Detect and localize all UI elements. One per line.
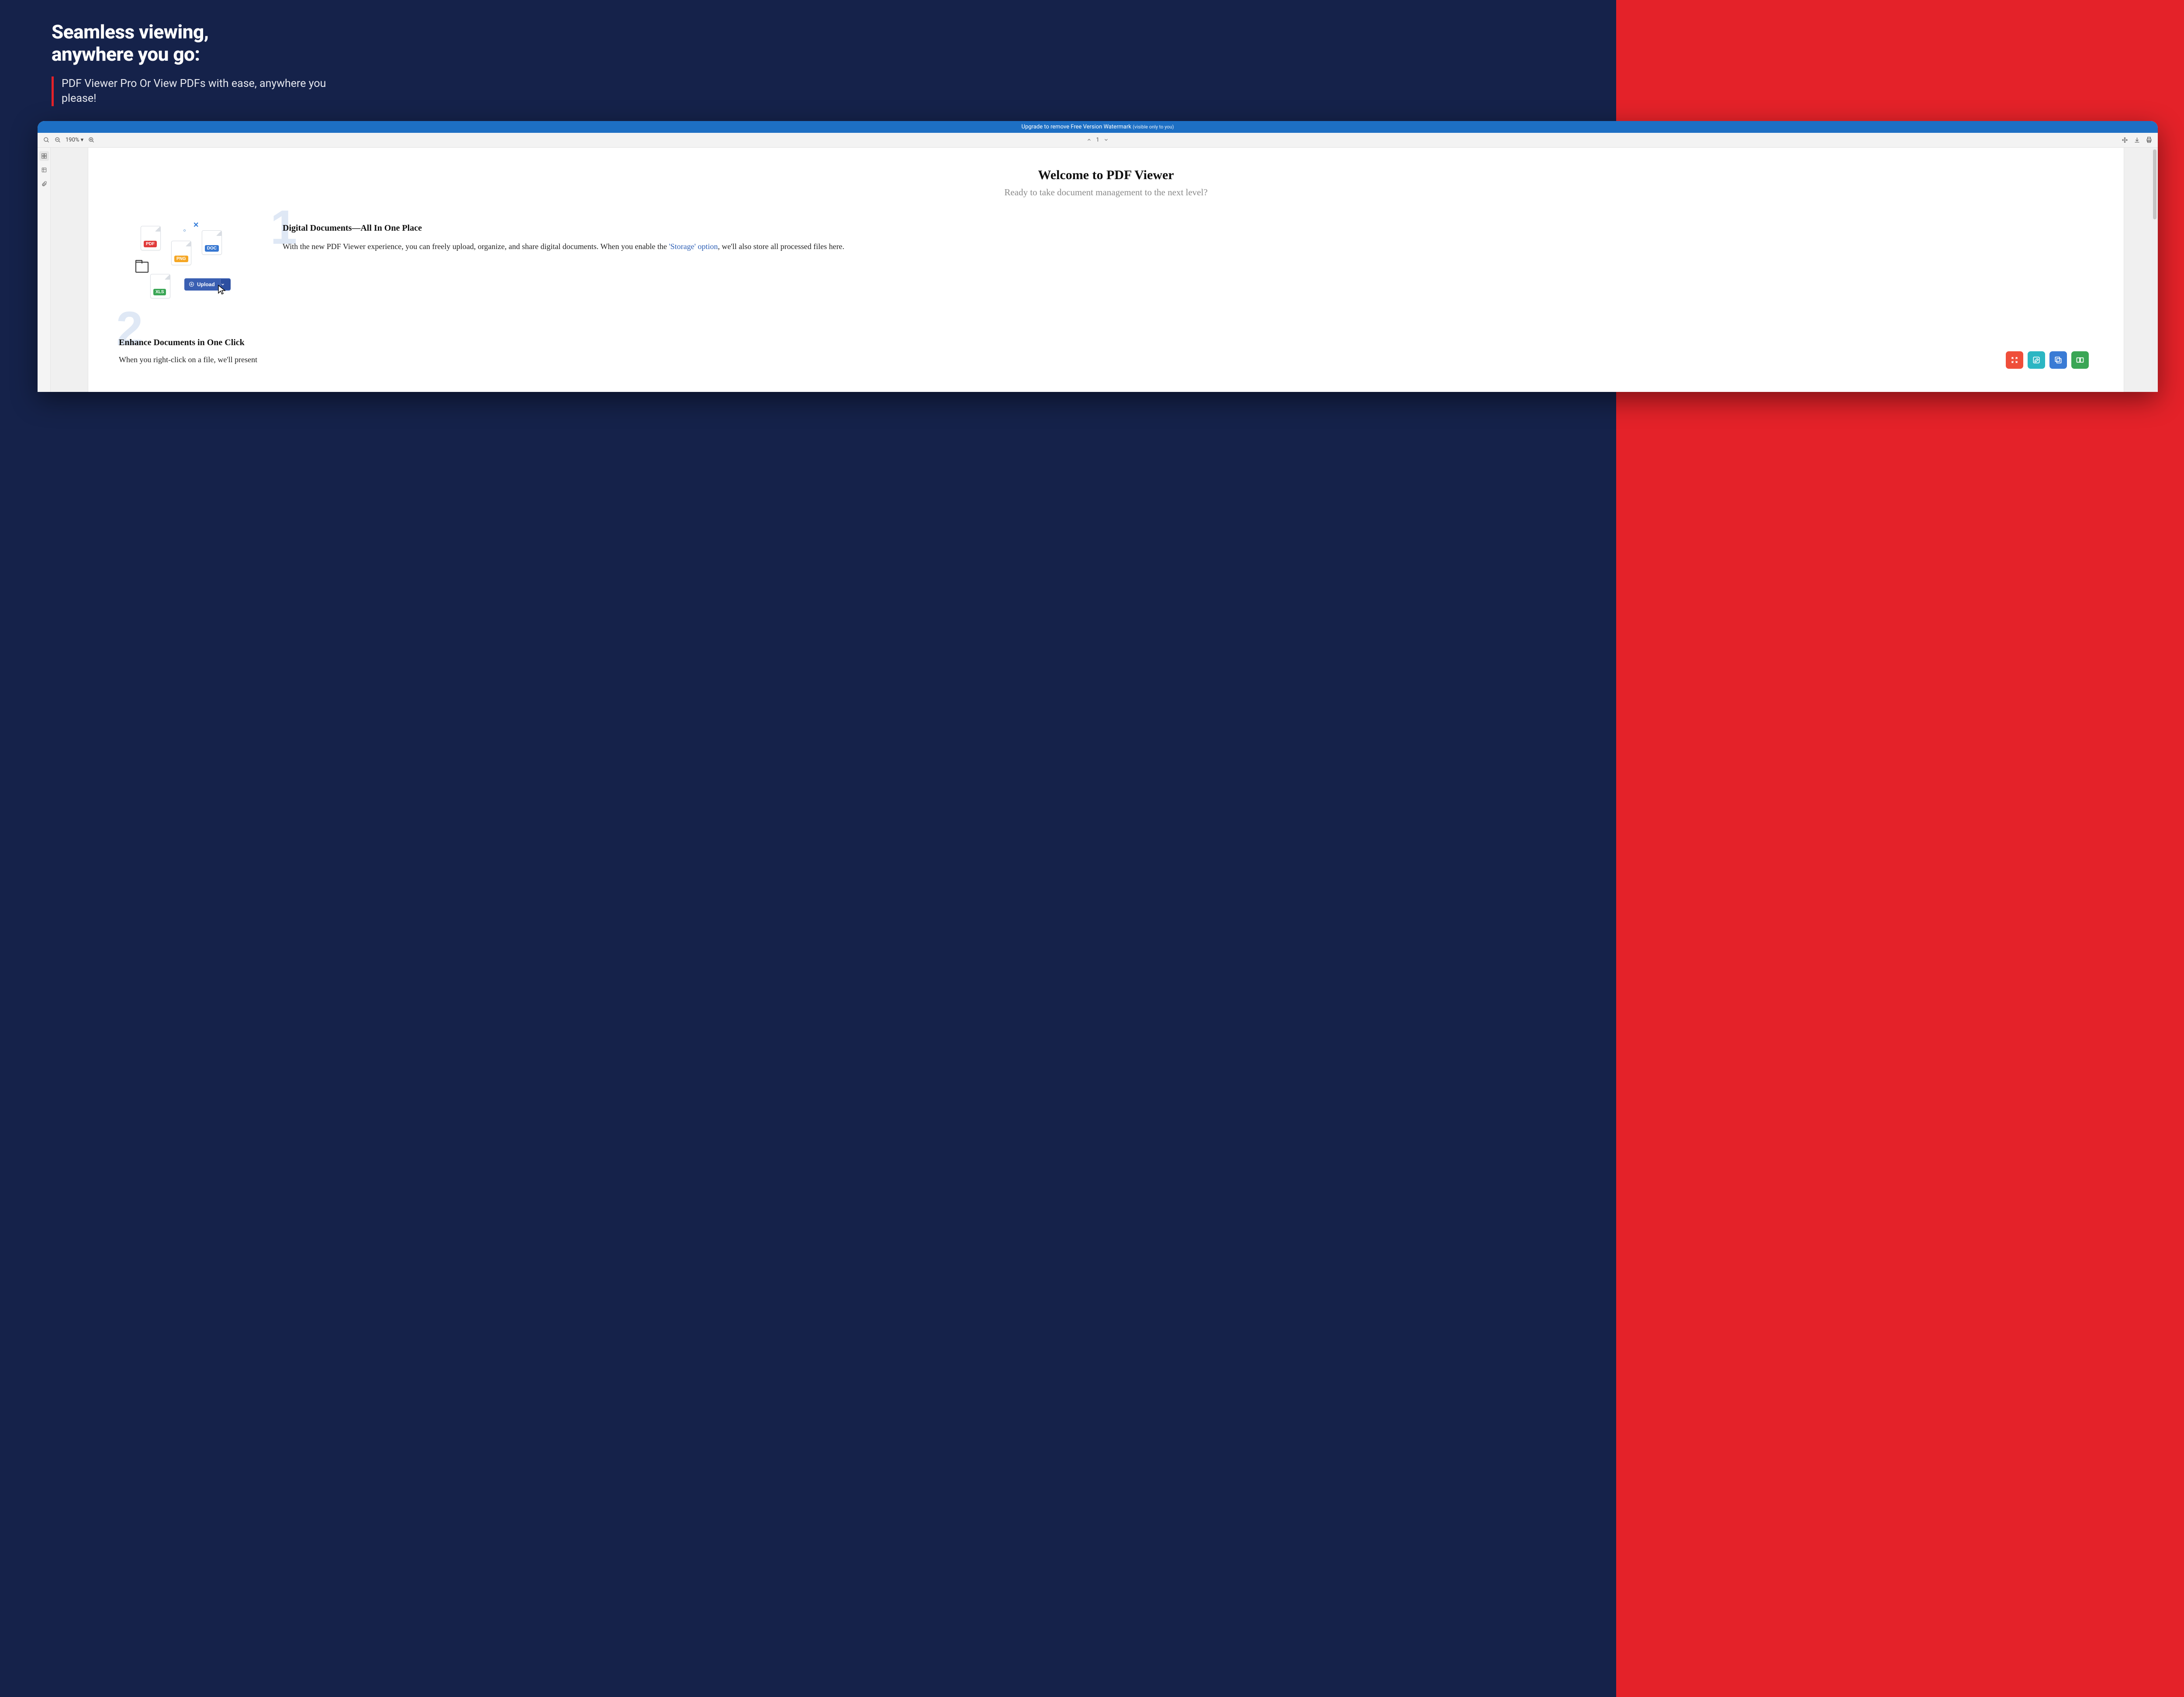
decorative-dot	[183, 229, 186, 232]
upgrade-banner[interactable]: Upgrade to remove Free Version Watermark…	[38, 121, 2158, 133]
upgrade-banner-note: (visible only to you)	[1133, 124, 1174, 130]
download-icon[interactable]	[2133, 136, 2140, 143]
cursor-icon	[218, 284, 226, 295]
file-tile-xls: XLS	[150, 274, 170, 298]
file-tile-pdf: PDF	[141, 226, 161, 250]
hero-subtitle: PDF Viewer Pro Or View PDFs with ease, a…	[52, 76, 331, 106]
doc-subtitle: Ready to take document management to the…	[119, 187, 2093, 198]
scrollbar-thumb[interactable]	[2153, 149, 2156, 219]
section-1-body: With the new PDF Viewer experience, you …	[283, 239, 2093, 253]
copy-tile-icon[interactable]	[2049, 351, 2067, 369]
document-page: Welcome to PDF Viewer Ready to take docu…	[88, 148, 2124, 392]
hero-title: Seamless viewing, anywhere you go:	[52, 21, 2145, 65]
file-tile-doc: DOC	[202, 230, 222, 255]
plus-circle-icon	[189, 281, 194, 287]
section-2: 2 Enhance Documents in One Click When yo…	[119, 338, 2093, 367]
sidebar	[38, 148, 51, 392]
prev-page-icon[interactable]	[1085, 136, 1092, 143]
badge-xls: XLS	[153, 289, 166, 295]
badge-png: PNG	[174, 256, 188, 262]
zoom-level[interactable]: 190% ▾	[66, 137, 83, 143]
doc-title: Welcome to PDF Viewer	[119, 168, 2093, 183]
section-2-heading: Enhance Documents in One Click	[119, 338, 2093, 348]
hero-title-line2: anywhere you go:	[52, 43, 200, 66]
compress-tile-icon[interactable]	[2006, 351, 2023, 369]
edit-tile-icon[interactable]	[2028, 351, 2045, 369]
scrollbar[interactable]	[2152, 148, 2158, 392]
attachments-icon[interactable]	[39, 179, 49, 189]
toolbar: 190% ▾ 1	[38, 133, 2158, 148]
storage-option-link[interactable]: 'Storage' option	[669, 242, 718, 251]
hero-title-line1: Seamless viewing,	[52, 21, 209, 43]
thumbnails-icon[interactable]	[39, 151, 49, 161]
move-icon[interactable]	[2121, 136, 2128, 143]
zoom-out-icon[interactable]	[54, 136, 61, 143]
section-1: 1 Digital Documents—All In One Place Wit…	[283, 223, 2093, 319]
document-viewport[interactable]: Welcome to PDF Viewer Ready to take docu…	[51, 148, 2158, 392]
tool-tiles	[2006, 351, 2089, 369]
file-tile-png: PNG	[171, 241, 191, 265]
app-window: Upgrade to remove Free Version Watermark…	[38, 121, 2158, 392]
folder-icon	[135, 262, 149, 273]
next-page-icon[interactable]	[1103, 136, 1110, 143]
search-icon[interactable]	[43, 136, 50, 143]
print-icon[interactable]	[2146, 136, 2153, 143]
section-2-body: When you right-click on a file, we'll pr…	[119, 353, 307, 367]
section-1-heading: Digital Documents—All In One Place	[283, 223, 2093, 233]
close-icon: ✕	[193, 221, 199, 229]
outline-icon[interactable]	[39, 165, 49, 175]
upgrade-banner-text: Upgrade to remove Free Version Watermark	[1022, 124, 1133, 130]
zoom-in-icon[interactable]	[88, 136, 95, 143]
hero-section: Seamless viewing, anywhere you go: PDF V…	[0, 0, 2184, 106]
upload-label: Upload	[197, 281, 215, 287]
badge-pdf: PDF	[144, 241, 157, 247]
badge-doc: DOC	[205, 245, 219, 252]
page-number[interactable]: 1	[1096, 137, 1099, 143]
merge-tile-icon[interactable]	[2071, 351, 2089, 369]
